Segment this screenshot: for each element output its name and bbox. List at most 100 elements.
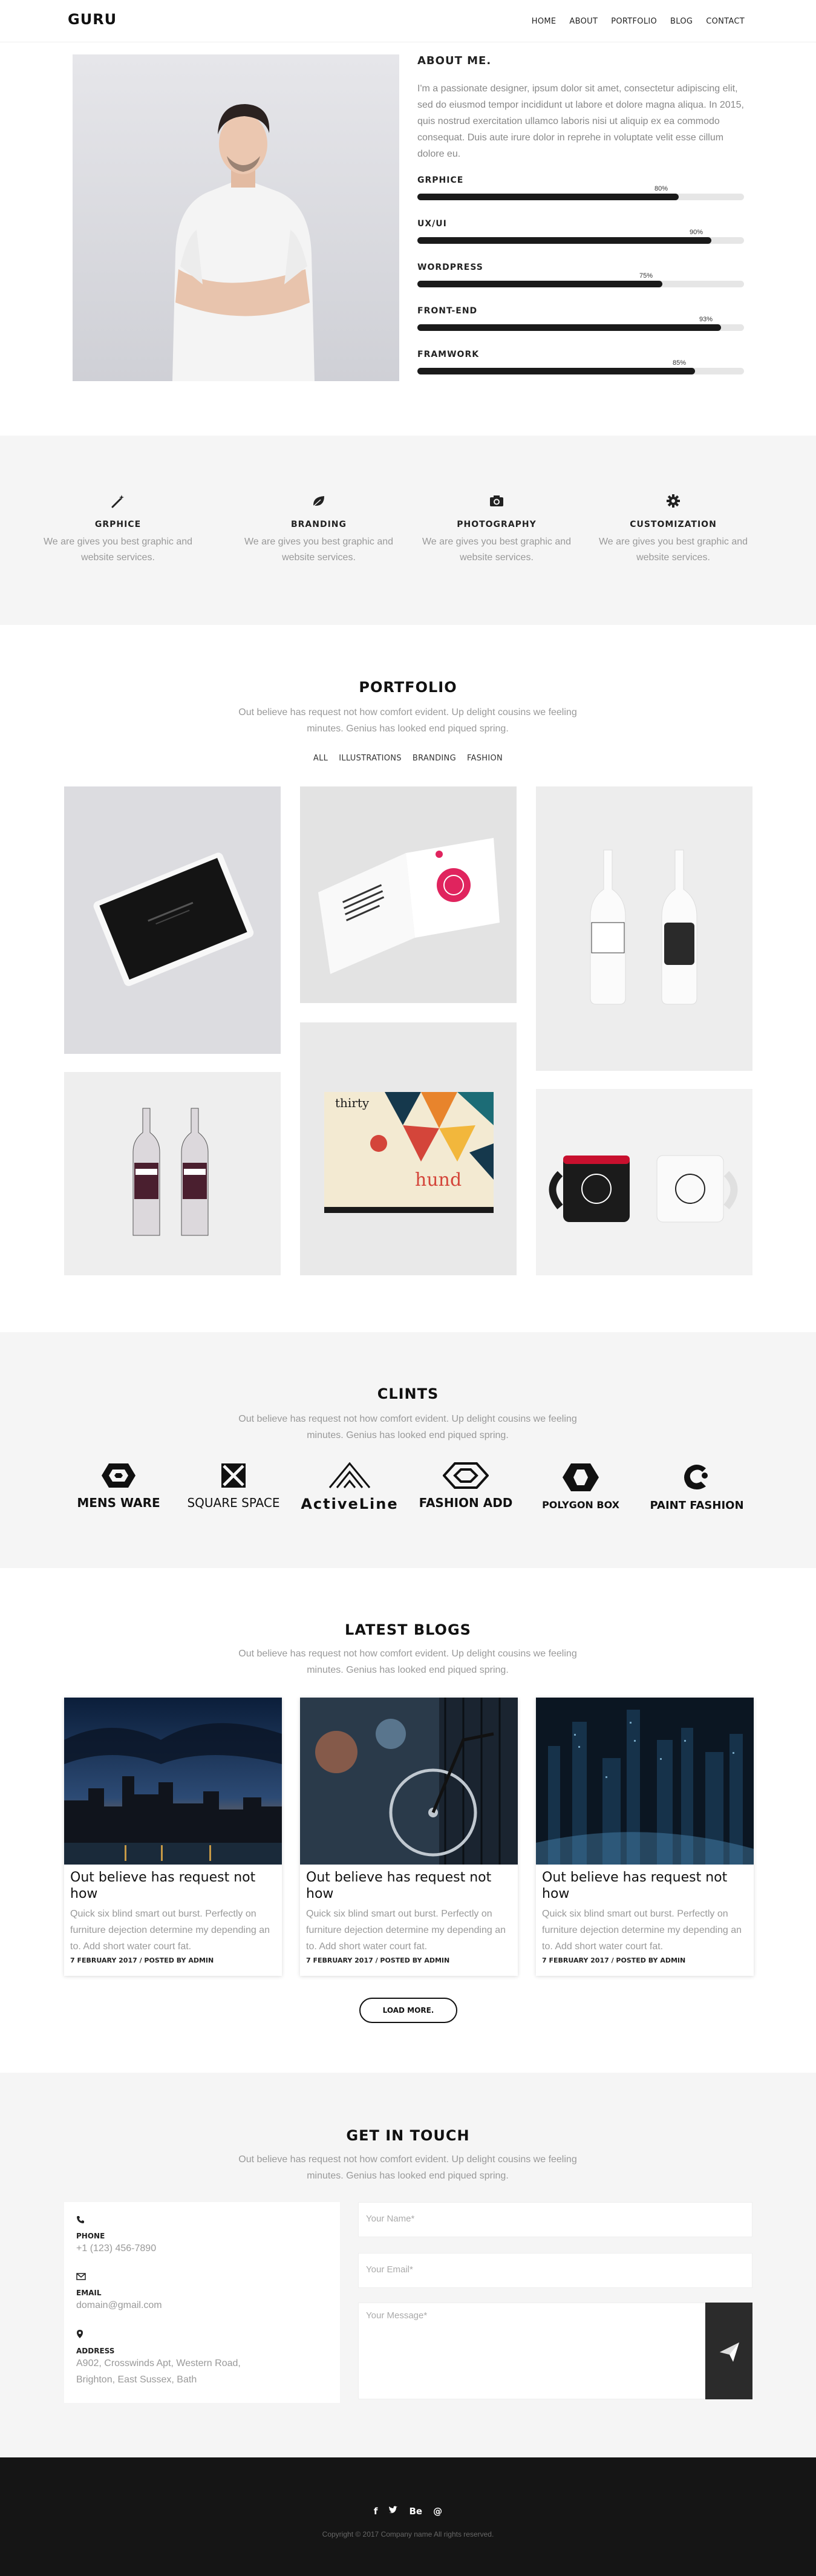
portfolio-item-mugs[interactable] <box>536 1089 752 1275</box>
address-line2: Brighton, East Sussex, Bath <box>76 2375 197 2385</box>
message-textarea[interactable]: Your Message* <box>358 2303 705 2399</box>
clients-section: CLINTS Out believe has request not how c… <box>0 1332 816 1568</box>
client-logo-polygon-box: POLYGON BOX <box>526 1462 635 1511</box>
skill-label: FRONT-END <box>417 306 478 316</box>
contact-address: ADDRESS A902, Crosswinds Apt, Western Ro… <box>76 2329 241 2388</box>
portfolio-item-bottles[interactable] <box>536 786 752 1071</box>
skill-bar-track <box>417 324 744 331</box>
portfolio-item-vodka[interactable] <box>64 1072 281 1275</box>
client-name: MENS WARE <box>77 1496 160 1510</box>
dribbble-icon[interactable]: @ <box>433 2506 442 2517</box>
skill-uxui: UX/UI 90% <box>417 219 744 249</box>
blog-title[interactable]: Out believe has request not how <box>542 1869 748 1902</box>
blog-card[interactable]: Out believe has request not how Quick si… <box>300 1698 518 1976</box>
svg-text:thirty: thirty <box>335 1096 370 1110</box>
skill-label: WORDPRESS <box>417 263 483 272</box>
activeline-logo-mark <box>328 1462 371 1488</box>
nav-portfolio[interactable]: PORTFOLIO <box>611 17 657 26</box>
square-space-logo-mark <box>221 1463 246 1488</box>
social-links: f Be @ <box>0 2506 816 2517</box>
paper-plane-icon <box>720 2342 739 2362</box>
blog-title[interactable]: Out believe has request not how <box>70 1869 276 1902</box>
email-label: EMAIL <box>76 2289 102 2297</box>
nav-about[interactable]: ABOUT <box>569 17 598 26</box>
portfolio-subtitle: Out believe has request not how comfort … <box>238 707 577 734</box>
filter-all[interactable]: ALL <box>313 754 328 763</box>
portfolio-item-magazine[interactable]: thirty hund <box>300 1022 517 1275</box>
blog-excerpt: Quick six blind smart out burst. Perfect… <box>542 1909 742 1952</box>
skill-framework: FRAMWORK 85% <box>417 350 744 380</box>
nav-home[interactable]: HOME <box>532 17 557 26</box>
main-nav: HOME ABOUT PORTFOLIO BLOG CONTACT <box>532 17 745 26</box>
service-description: We are gives you best graphic and websit… <box>598 537 748 563</box>
site-footer: f Be @ Copyright © 2017 Company name All… <box>0 2457 816 2576</box>
portfolio-item-book[interactable] <box>300 786 517 1003</box>
service-graphics: GRPHICE We are gives you best graphic an… <box>36 493 200 566</box>
clients-subtitle: Out believe has request not how comfort … <box>238 1414 577 1440</box>
name-placeholder: Your Name* <box>366 2214 415 2224</box>
skill-percent: 75% <box>639 272 653 280</box>
client-logo-activeline: ActiveLine <box>295 1462 404 1512</box>
client-logo-paint-fashion: PAINT FASHION <box>642 1462 751 1512</box>
email-value[interactable]: domain@gmail.com <box>76 2297 162 2313</box>
send-button[interactable] <box>705 2303 752 2399</box>
load-more-button[interactable]: LOAD MORE. <box>359 1998 457 2023</box>
filter-illustrations[interactable]: ILLUSTRATIONS <box>339 754 402 763</box>
contact-phone: PHONE +1 (123) 456-7890 <box>76 2215 156 2257</box>
phone-icon <box>77 2216 84 2223</box>
email-placeholder: Your Email* <box>366 2264 413 2275</box>
behance-icon[interactable]: Be <box>409 2506 422 2517</box>
portfolio-filters: ALL ILLUSTRATIONS BRANDING FASHION <box>0 754 816 763</box>
camera-icon <box>490 495 503 506</box>
blogs-heading: LATEST BLOGS <box>345 1621 471 1638</box>
filter-branding[interactable]: BRANDING <box>413 754 456 763</box>
service-title: GRPHICE <box>94 520 142 529</box>
phone-value[interactable]: +1 (123) 456-7890 <box>76 2240 156 2257</box>
skill-percent: 85% <box>673 359 687 367</box>
profile-photo <box>73 54 399 381</box>
skill-label: UX/UI <box>417 219 447 229</box>
twitter-icon[interactable] <box>388 2506 398 2517</box>
blog-title[interactable]: Out believe has request not how <box>306 1869 512 1902</box>
portfolio-item-tablet[interactable] <box>64 786 281 1054</box>
services-section: GRPHICE We are gives you best graphic an… <box>0 436 816 625</box>
magic-wand-icon <box>111 495 124 508</box>
blog-excerpt: Quick six blind smart out burst. Perfect… <box>70 1909 270 1952</box>
gear-icon <box>667 494 680 508</box>
email-input[interactable]: Your Email* <box>358 2253 752 2288</box>
phone-label: PHONE <box>76 2232 105 2240</box>
nav-contact[interactable]: CONTACT <box>706 17 745 26</box>
skill-percent: 80% <box>654 185 668 192</box>
blog-image-city-night <box>64 1698 282 1865</box>
service-branding: BRANDING We are gives you best graphic a… <box>237 493 400 566</box>
site-logo[interactable]: GURU <box>68 11 117 28</box>
name-input[interactable]: Your Name* <box>358 2202 752 2237</box>
contact-section: GET IN TOUCH Out believe has request not… <box>0 2073 816 2457</box>
blog-card[interactable]: Out believe has request not how Quick si… <box>536 1698 754 1976</box>
blog-meta: 7 FEBRUARY 2017 / POSTED BY ADMIN <box>70 1957 214 1964</box>
about-heading: ABOUT ME. <box>417 54 492 67</box>
skill-wordpress: WORDPRESS 75% <box>417 263 744 293</box>
service-photography: PHOTOGRAPHY We are gives you best graphi… <box>415 493 578 566</box>
skill-frontend: FRONT-END 93% <box>417 306 744 336</box>
service-description: We are gives you best graphic and websit… <box>422 537 572 563</box>
svg-text:hund: hund <box>415 1169 462 1191</box>
facebook-icon[interactable]: f <box>374 2506 378 2517</box>
contact-heading: GET IN TOUCH <box>346 2127 470 2144</box>
skill-bar-track <box>417 281 744 287</box>
copyright-text: Copyright © 2017 Company name All rights… <box>322 2530 494 2538</box>
contact-info-card: PHONE +1 (123) 456-7890 EMAIL domain@gma… <box>64 2202 340 2403</box>
skill-bar-fill <box>417 237 711 244</box>
skill-bar-fill <box>417 368 695 374</box>
fashion-add-logo-mark <box>442 1462 489 1489</box>
nav-blog[interactable]: BLOG <box>670 17 693 26</box>
filter-fashion[interactable]: FASHION <box>467 754 503 763</box>
service-title: PHOTOGRAPHY <box>457 520 537 529</box>
client-logo-square-space: SQUARE SPACE <box>179 1462 288 1510</box>
about-paragraph: I'm a passionate designer, ipsum dolor s… <box>417 83 744 159</box>
service-title: CUSTOMIZATION <box>630 520 717 529</box>
about-section: ABOUT ME. I'm a passionate designer, ips… <box>417 54 744 380</box>
blog-image-bicycle <box>300 1698 518 1865</box>
blog-card[interactable]: Out believe has request not how Quick si… <box>64 1698 282 1976</box>
message-placeholder: Your Message* <box>366 2310 428 2321</box>
